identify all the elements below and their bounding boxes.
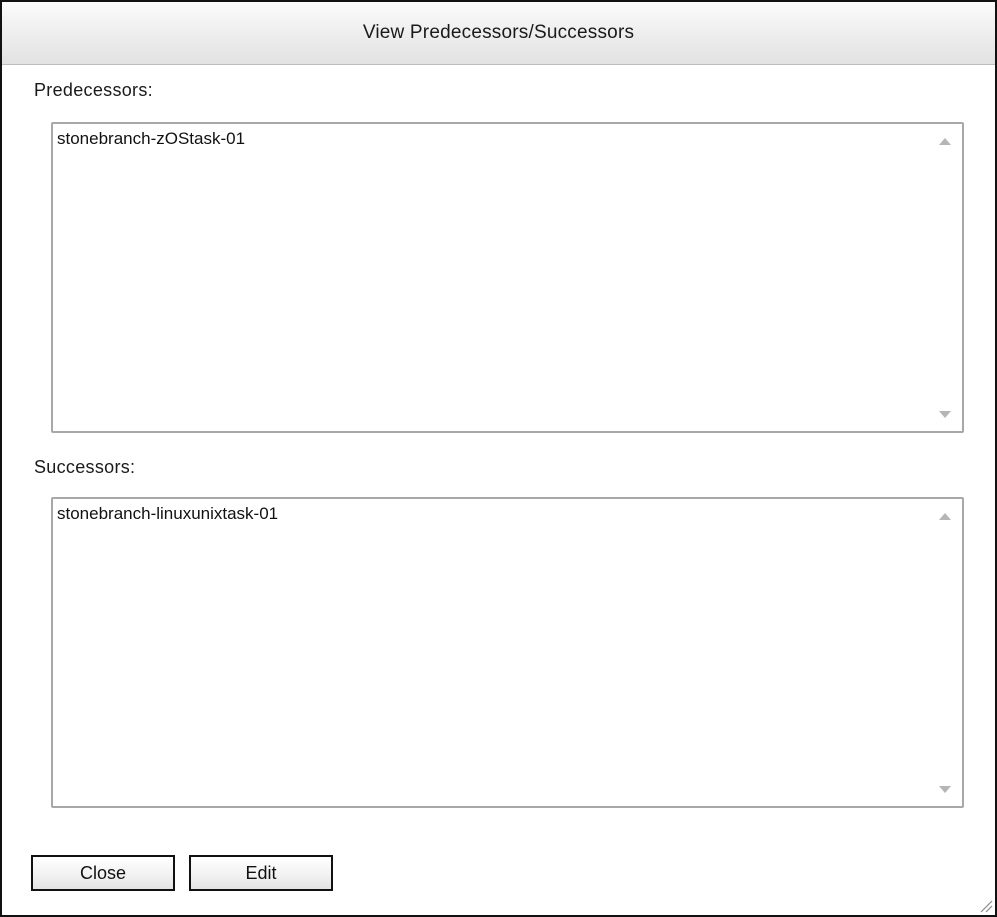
edit-button[interactable]: Edit [189, 855, 333, 891]
scroll-up-icon[interactable] [939, 138, 951, 145]
list-item[interactable]: stonebranch-zOStask-01 [57, 129, 245, 149]
dialog-title: View Predecessors/Successors [362, 22, 635, 43]
successors-label: Successors: [34, 457, 136, 477]
predecessors-list[interactable]: stonebranch-zOStask-01 [51, 122, 964, 433]
view-predecessors-successors-dialog: View Predecessors/Successors Predecessor… [0, 0, 997, 917]
close-button[interactable]: Close [31, 855, 175, 891]
list-item[interactable]: stonebranch-linuxunixtask-01 [57, 504, 278, 524]
dialog-title-bar[interactable]: View Predecessors/Successors [2, 2, 995, 65]
scroll-down-icon[interactable] [939, 786, 951, 793]
scroll-up-icon[interactable] [939, 513, 951, 520]
successors-list[interactable]: stonebranch-linuxunixtask-01 [51, 497, 964, 808]
scroll-down-icon[interactable] [939, 411, 951, 418]
resize-grip-icon[interactable] [979, 899, 993, 913]
predecessors-label: Predecessors: [34, 80, 153, 100]
